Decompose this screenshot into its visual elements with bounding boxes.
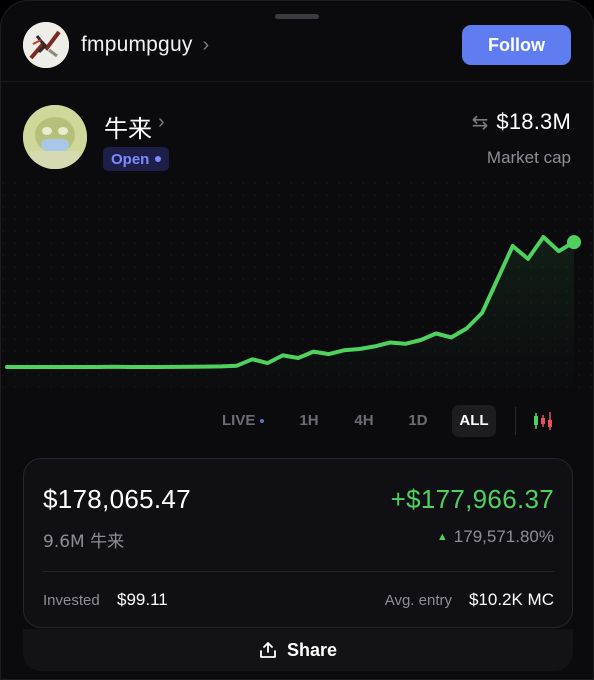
status-badge: Open — [103, 147, 170, 171]
candlestick-icon[interactable] — [531, 411, 555, 431]
chevron-right-icon: › — [202, 34, 210, 56]
live-dot — [260, 419, 265, 423]
timeframe-1d[interactable]: 1D — [403, 405, 433, 437]
share-label: Share — [286, 639, 338, 660]
avg-entry-value: $10.2K MC — [468, 590, 554, 609]
status-dot — [155, 156, 162, 162]
price-chart[interactable] — [1, 181, 594, 391]
token-avatar[interactable] — [23, 105, 87, 169]
timeframe-selector: LIVE 1H 4H 1D ALL — [1, 405, 593, 437]
creator-avatar[interactable] — [23, 22, 69, 68]
creator-name[interactable]: fmpumpguy — [81, 33, 193, 57]
market-cap-value: $18.3M — [496, 109, 571, 134]
position-gain-percent: ▲ 179,571.80% — [437, 527, 554, 547]
position-quantity: 9.6M 牛来 — [43, 532, 125, 552]
share-icon — [260, 642, 276, 658]
sheet-grabber[interactable] — [275, 14, 319, 19]
market-cap-label: Market cap — [486, 148, 571, 167]
timeframe-all[interactable]: ALL — [452, 405, 496, 437]
creator-row[interactable]: fmpumpguy › Follow — [23, 21, 571, 69]
chart-end-point — [567, 235, 581, 250]
token-sheet: fmpumpguy › Follow 牛来 › Open ⇆ $18.3M Ma… — [0, 0, 594, 680]
status-label: Open — [111, 150, 150, 168]
card-divider — [43, 571, 554, 572]
position-value: $178,065.47 — [43, 484, 191, 514]
triangle-up-icon: ▲ — [436, 531, 448, 543]
swap-arrows-icon[interactable]: ⇆ — [472, 110, 489, 135]
timeframe-divider — [515, 407, 516, 435]
invested-value: $99.11 — [117, 590, 168, 609]
follow-button[interactable]: Follow — [462, 25, 571, 65]
timeframe-4h[interactable]: 4H — [348, 405, 380, 437]
position-gain: +$177,966.37 — [390, 484, 554, 514]
position-card: $178,065.47 +$177,966.37 9.6M 牛来 ▲ 179,5… — [23, 458, 573, 628]
chevron-right-icon: › — [158, 111, 165, 133]
header-divider — [1, 81, 593, 82]
market-cap-row[interactable]: ⇆ $18.3M — [472, 109, 571, 135]
timeframe-live[interactable]: LIVE — [222, 405, 272, 437]
share-button[interactable]: Share — [23, 629, 573, 671]
invested-label: Invested — [43, 592, 100, 609]
gain-percent-value: 179,571.80% — [453, 527, 554, 546]
timeframe-1h[interactable]: 1H — [293, 405, 325, 437]
token-name[interactable]: 牛来 — [104, 109, 152, 144]
timeframe-live-label: LIVE — [222, 412, 256, 429]
avg-entry-label: Avg. entry — [384, 592, 452, 609]
